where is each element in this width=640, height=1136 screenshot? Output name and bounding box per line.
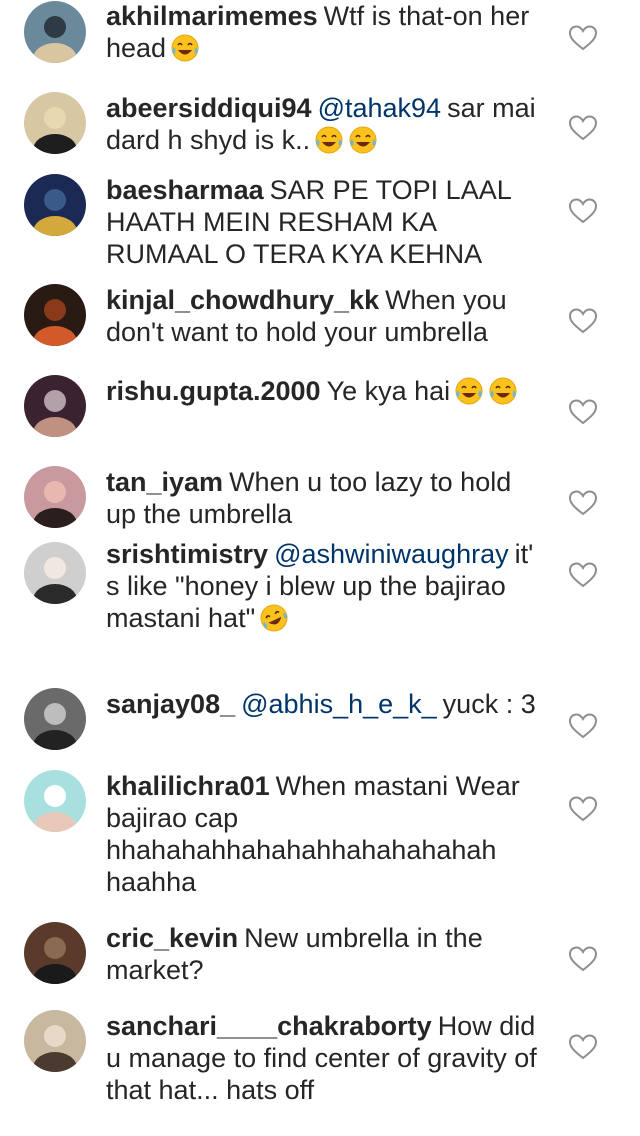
avatar[interactable] — [24, 770, 86, 832]
comment-username[interactable]: cric_kevin — [106, 923, 238, 953]
comment-text: kinjal_chowdhury_kk When you don't want t… — [106, 284, 546, 348]
like-heart-icon[interactable] — [568, 945, 598, 973]
face-with-tears-of-joy-icon — [315, 126, 343, 154]
avatar[interactable] — [24, 375, 86, 437]
avatar[interactable] — [24, 542, 86, 604]
face-with-tears-of-joy-icon — [455, 377, 483, 405]
like-heart-icon[interactable] — [568, 114, 598, 142]
like-heart-icon[interactable] — [568, 197, 598, 225]
like-heart-icon[interactable] — [568, 398, 598, 426]
comment-text: rishu.gupta.2000 Ye kya hai — [106, 375, 546, 407]
comment-text: cric_kevin New umbrella in the market? — [106, 922, 546, 986]
avatar[interactable] — [24, 922, 86, 984]
like-heart-icon[interactable] — [568, 1033, 598, 1061]
avatar[interactable] — [24, 1010, 86, 1072]
face-with-tears-of-joy-icon — [349, 126, 377, 154]
face-with-tears-of-joy-icon — [171, 34, 199, 62]
comment-body: yuck : 3 — [442, 689, 536, 719]
comment-body: Ye kya hai — [326, 376, 451, 406]
like-heart-icon[interactable] — [568, 24, 598, 52]
comment-username[interactable]: abeersiddiqui94 — [106, 93, 312, 123]
comment-username[interactable]: srishtimistry — [106, 539, 268, 569]
comment-text: sanjay08_ @abhis_h_e_k_ yuck : 3 — [106, 688, 546, 720]
like-heart-icon[interactable] — [568, 307, 598, 335]
comment-text: srishtimistry @ashwiniwaughray it's like "… — [106, 538, 546, 634]
avatar[interactable] — [24, 466, 86, 528]
comment-username[interactable]: sanjay08_ — [106, 689, 235, 719]
face-with-tears-of-joy-icon — [489, 377, 517, 405]
avatar[interactable] — [24, 92, 86, 154]
comment-text: baesharmaa SAR PE TOPI LAAL HAATH MEIN RE… — [106, 174, 546, 270]
avatar[interactable] — [24, 174, 86, 236]
comment-mention[interactable]: @abhis_h_e_k_ — [241, 689, 437, 719]
like-heart-icon[interactable] — [568, 795, 598, 823]
like-heart-icon[interactable] — [568, 712, 598, 740]
avatar[interactable] — [24, 284, 86, 346]
comment-username[interactable]: tan_iyam — [106, 467, 223, 497]
comments-feed: akhilmarimemes Wtf is that-on her head abe… — [0, 0, 640, 1136]
like-heart-icon[interactable] — [568, 489, 598, 517]
rolling-on-floor-laughing-icon — [260, 604, 288, 632]
comment-username[interactable]: rishu.gupta.2000 — [106, 376, 321, 406]
avatar[interactable] — [24, 688, 86, 750]
comment-username[interactable]: sanchari____chakraborty — [106, 1011, 432, 1041]
avatar[interactable] — [24, 1, 86, 63]
comment-username[interactable]: akhilmarimemes — [106, 1, 318, 31]
comment-username[interactable]: kinjal_chowdhury_kk — [106, 285, 379, 315]
comment-text: sanchari____chakraborty How did u manage … — [106, 1010, 546, 1106]
comment-username[interactable]: baesharmaa — [106, 175, 264, 205]
like-heart-icon[interactable] — [568, 561, 598, 589]
comment-mention[interactable]: @ashwiniwaughray — [274, 539, 509, 569]
comment-text: akhilmarimemes Wtf is that-on her head — [106, 0, 546, 64]
comment-mention[interactable]: @tahak94 — [318, 93, 442, 123]
comment-text: khalilichra01 When mastani Wear bajirao c… — [106, 770, 546, 898]
comment-text: tan_iyam When u too lazy to hold up the u… — [106, 466, 546, 530]
comment-username[interactable]: khalilichra01 — [106, 771, 270, 801]
comment-text: abeersiddiqui94 @tahak94 sar mai dard h sh… — [106, 92, 546, 156]
